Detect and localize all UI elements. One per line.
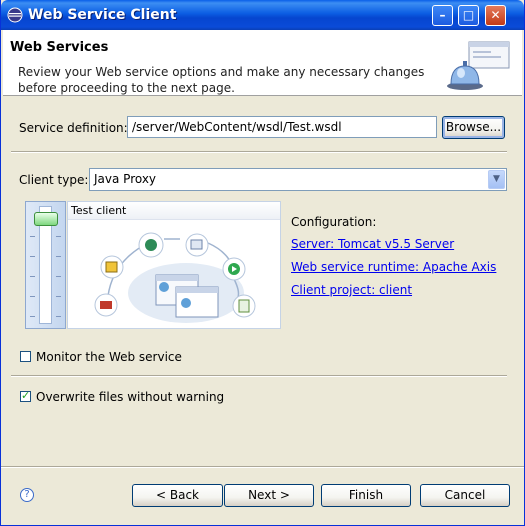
window-title: Web Service Client [28, 7, 177, 23]
client-project-link[interactable]: Client project: client [291, 283, 412, 297]
overwrite-label[interactable]: Overwrite files without warning [36, 390, 224, 404]
client-type-select[interactable]: Java Proxy ▼ [89, 168, 507, 191]
cancel-button[interactable]: Cancel [420, 484, 510, 507]
slider-thumb[interactable] [34, 212, 58, 226]
client-level-slider[interactable] [25, 201, 66, 329]
client-type-value: Java Proxy [94, 172, 157, 186]
eclipse-icon [7, 7, 23, 23]
next-button[interactable]: Next > [224, 484, 314, 507]
overwrite-checkbox[interactable] [20, 389, 31, 402]
runtime-link[interactable]: Web service runtime: Apache Axis [291, 260, 496, 274]
service-definition-field[interactable]: /server/WebContent/wsdl/Test.wsdl [127, 116, 437, 138]
service-definition-label: Service definition: [19, 121, 128, 135]
title-bar[interactable]: Web Service Client – □ ✕ [1, 0, 524, 30]
separator [11, 151, 507, 153]
maximize-button[interactable]: □ [458, 5, 479, 26]
server-link[interactable]: Server: Tomcat v5.5 Server [291, 237, 454, 251]
client-illustration: Test client [67, 201, 281, 329]
web-service-bell-icon [447, 41, 510, 90]
browse-button[interactable]: Browse... [442, 116, 505, 139]
monitor-checkbox[interactable] [20, 351, 31, 362]
page-title: Web Services [10, 40, 109, 55]
configuration-heading: Configuration: [291, 215, 377, 229]
help-icon[interactable]: ? [20, 488, 34, 502]
monitor-label[interactable]: Monitor the Web service [36, 350, 182, 364]
back-button[interactable]: < Back [132, 484, 223, 507]
page-description: Review your Web service options and make… [18, 65, 425, 95]
chevron-down-icon[interactable]: ▼ [488, 170, 505, 189]
illustration-header: Test client [68, 202, 280, 220]
minimize-button[interactable]: – [432, 5, 453, 26]
finish-button[interactable]: Finish [321, 484, 411, 507]
test-client-diagram [94, 232, 256, 323]
footer-separator [1, 466, 524, 468]
close-button[interactable]: ✕ [485, 5, 506, 26]
client-type-label: Client type: [19, 173, 89, 187]
separator [11, 375, 507, 377]
web-service-client-dialog: Web Service Client – □ ✕ Web Services Re… [0, 0, 525, 526]
wizard-banner: Web Services Review your Web service opt… [3, 30, 522, 96]
